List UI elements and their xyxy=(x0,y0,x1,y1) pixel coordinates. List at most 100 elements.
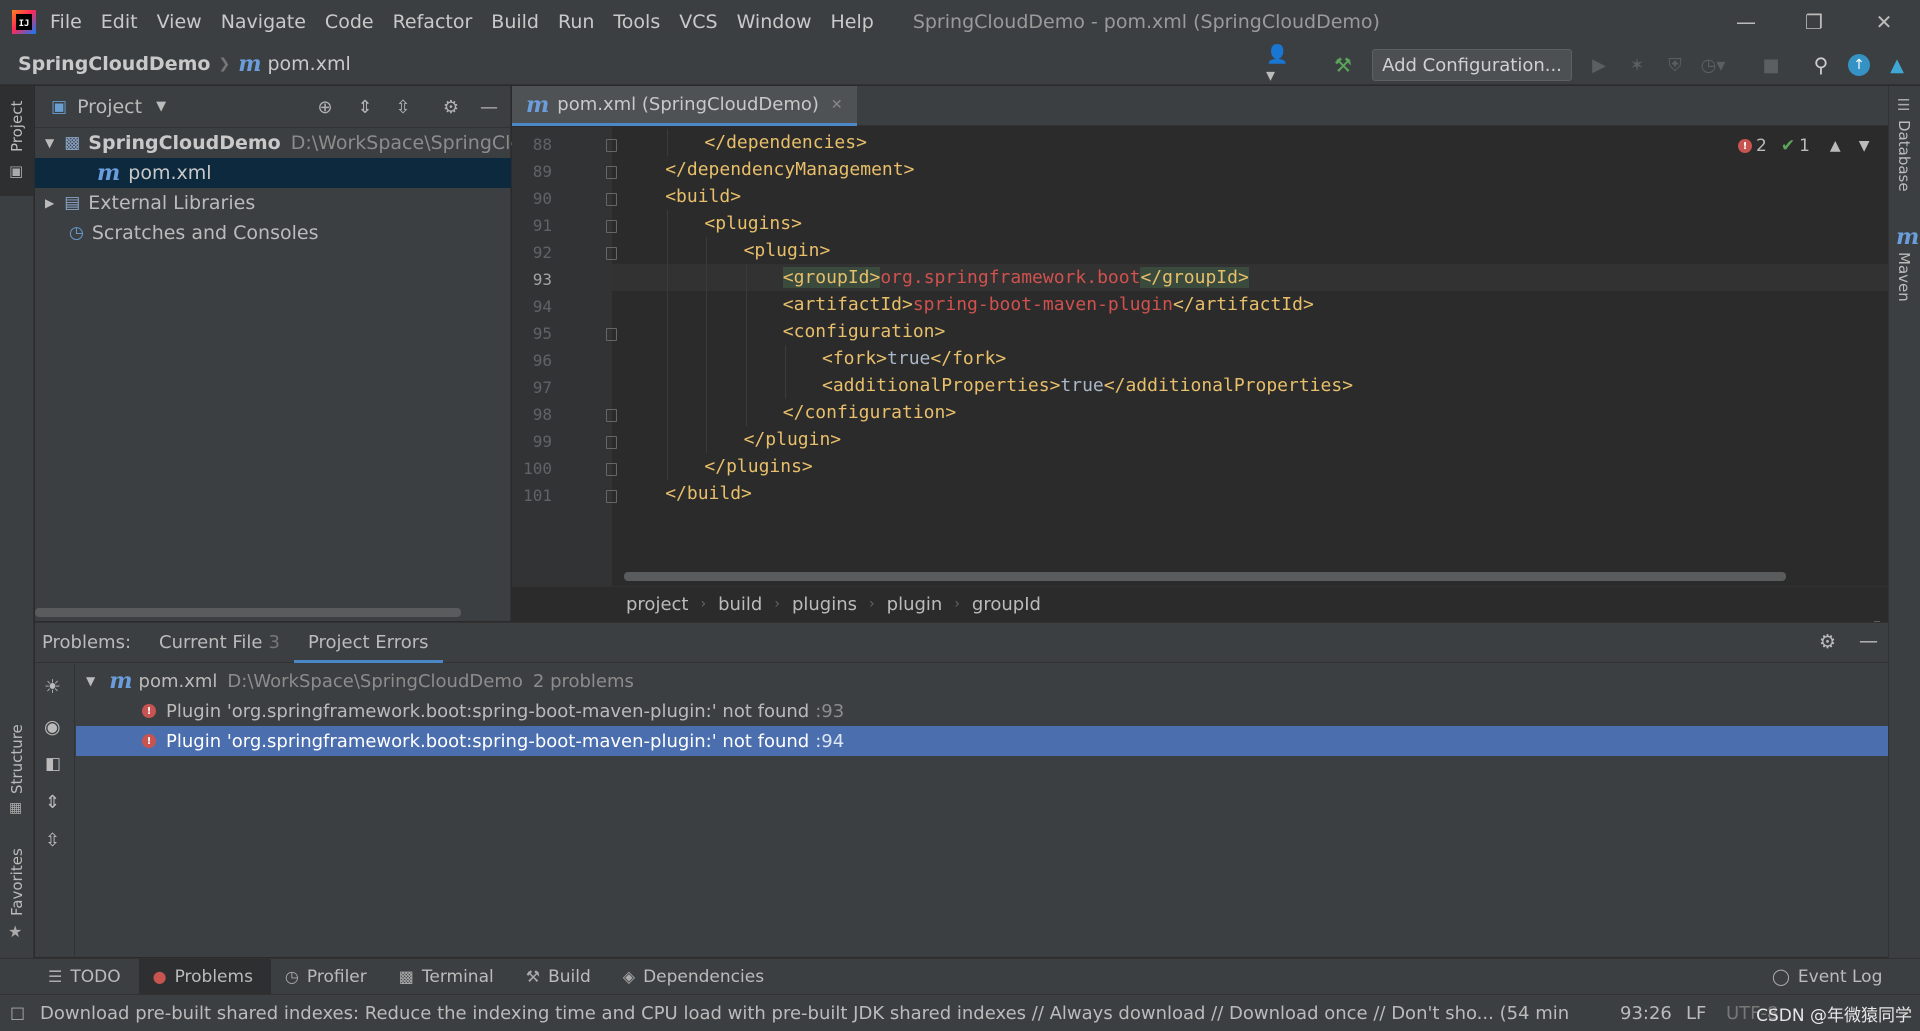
dependencies-icon: ◈ xyxy=(622,967,636,986)
tree-item-scratches[interactable]: ◷ Scratches and Consoles xyxy=(35,218,511,248)
code-line[interactable]: <configuration> xyxy=(783,318,946,345)
menu-build[interactable]: Build xyxy=(491,11,539,33)
nav-project[interactable]: SpringCloudDemo xyxy=(18,53,210,75)
menu-view[interactable]: View xyxy=(157,11,202,33)
tab-build[interactable]: ⚒ Build xyxy=(512,959,609,995)
menu-file[interactable]: File xyxy=(50,11,82,33)
project-view-selector[interactable]: Project xyxy=(77,96,142,118)
code-line[interactable]: <additionalProperties>true</additionalPr… xyxy=(822,372,1353,399)
menu-code[interactable]: Code xyxy=(325,11,374,33)
collapse-all-icon[interactable]: ⇳ xyxy=(391,95,415,119)
tab-todo[interactable]: ☰ TODO xyxy=(34,959,139,995)
user-icon[interactable]: 👤▾ xyxy=(1266,44,1292,86)
code-value: org.springframework.boot xyxy=(880,267,1141,288)
tab-current-file[interactable]: Current File 3 xyxy=(159,623,280,663)
code-line[interactable]: <artifactId>spring-boot-maven-plugin</ar… xyxy=(783,291,1314,318)
favorites-tool-label[interactable]: Favorites xyxy=(8,848,26,916)
breadcrumb-item[interactable]: build xyxy=(718,594,762,615)
code-with-me-icon[interactable]: ▲ xyxy=(1884,52,1910,78)
code-line[interactable]: <groupId>org.springframework.boot</group… xyxy=(782,264,1249,291)
tree-item-label: Scratches and Consoles xyxy=(91,222,319,244)
code-line[interactable]: </configuration> xyxy=(783,399,956,426)
stop-icon[interactable]: ■ xyxy=(1758,52,1784,78)
coverage-icon[interactable]: ⛨ xyxy=(1662,52,1688,78)
add-configuration-button[interactable]: Add Configuration... xyxy=(1372,49,1572,81)
breadcrumb-item[interactable]: project xyxy=(626,594,688,615)
menu-run[interactable]: Run xyxy=(558,11,594,33)
chevron-down-icon[interactable]: ▼ xyxy=(156,99,166,114)
indent-guide xyxy=(667,345,669,372)
tab-problems[interactable]: ● Problems xyxy=(138,958,271,995)
menu-tools[interactable]: Tools xyxy=(613,11,660,33)
chevron-right-icon[interactable]: ▶ xyxy=(45,196,54,210)
chevron-down-icon[interactable]: ▼ xyxy=(1859,138,1870,154)
tree-item-pom[interactable]: m pom.xml xyxy=(35,158,511,188)
maven-tool-label[interactable]: Maven xyxy=(1895,252,1913,302)
menu-edit[interactable]: Edit xyxy=(101,11,138,33)
tab-project-errors[interactable]: Project Errors xyxy=(294,623,443,663)
tab-dependencies[interactable]: ◈ Dependencies xyxy=(609,959,782,995)
problem-item[interactable]: ! Plugin 'org.springframework.boot:sprin… xyxy=(76,726,1888,756)
tree-item-external-libraries[interactable]: ▶ ▤ External Libraries xyxy=(35,188,511,218)
chevron-down-icon[interactable]: ▼ xyxy=(86,674,95,688)
debug-icon[interactable]: ✶ xyxy=(1624,52,1650,78)
breadcrumb-item[interactable]: groupId xyxy=(972,594,1041,615)
profile-icon[interactable]: ◷▾ xyxy=(1700,52,1726,78)
code-line[interactable]: <build> xyxy=(665,183,741,210)
menu-help[interactable]: Help xyxy=(830,11,873,33)
status-message[interactable]: Download pre-built shared indexes: Reduc… xyxy=(40,1003,1570,1024)
code-line[interactable]: </build> xyxy=(665,480,752,507)
eye-icon[interactable]: ◉ xyxy=(44,716,61,738)
toggle-tool-windows-icon[interactable]: □ xyxy=(10,1003,25,1022)
problem-file-node[interactable]: ▼ m pom.xml D:\WorkSpace\SpringCloudDemo… xyxy=(76,666,1888,696)
nav-file[interactable]: pom.xml xyxy=(267,53,350,75)
tab-profiler[interactable]: ◷ Profiler xyxy=(271,959,385,995)
tab-terminal[interactable]: ▩ Terminal xyxy=(385,959,512,995)
code-line[interactable]: <fork>true</fork> xyxy=(822,345,1006,372)
hide-panel-icon[interactable]: — xyxy=(1859,630,1878,652)
horizontal-scrollbar[interactable] xyxy=(35,608,461,617)
line-separator[interactable]: LF xyxy=(1686,995,1706,1031)
expand-all-icon[interactable]: ⇕ xyxy=(45,792,60,813)
code-line[interactable]: </plugins> xyxy=(704,453,812,480)
gear-icon[interactable]: ⚙ xyxy=(1819,631,1836,653)
update-icon[interactable]: ↑ xyxy=(1846,52,1872,78)
inspection-widget[interactable]: ! 2 ✔ 1 ▲ ▼ xyxy=(1738,136,1869,156)
editor-horizontal-scrollbar[interactable] xyxy=(624,572,1786,581)
tree-item-project-root[interactable]: ▼ ▩ SpringCloudDemo D:\WorkSpace\SpringC… xyxy=(35,128,546,158)
search-icon[interactable]: ⚲ xyxy=(1808,52,1834,78)
menu-navigate[interactable]: Navigate xyxy=(221,11,306,33)
project-tool-label[interactable]: Project xyxy=(8,101,26,152)
breadcrumb-item[interactable]: plugins xyxy=(792,594,857,615)
database-tool-label[interactable]: Database xyxy=(1895,120,1913,192)
code-line[interactable]: <plugin> xyxy=(744,237,831,264)
restore-icon[interactable]: ❐ xyxy=(1800,8,1828,36)
code-area[interactable]: </dependencies> </dependencyManagement> <b… xyxy=(512,86,1888,586)
preview-icon[interactable]: ◧ xyxy=(45,754,61,774)
locate-icon[interactable]: ⊕ xyxy=(313,95,337,119)
code-line[interactable]: </plugin> xyxy=(744,426,842,453)
build-hammer-icon[interactable]: ⚒ xyxy=(1330,52,1356,78)
caret-position[interactable]: 93:26 xyxy=(1620,995,1672,1031)
code-line[interactable]: </dependencyManagement> xyxy=(665,156,914,183)
hide-panel-icon[interactable]: — xyxy=(477,95,501,119)
menu-window[interactable]: Window xyxy=(737,11,812,33)
auto-scroll-icon[interactable]: ☀ xyxy=(44,676,61,698)
chevron-up-icon[interactable]: ▲ xyxy=(1830,138,1841,154)
run-icon[interactable]: ▶ xyxy=(1586,52,1612,78)
collapse-all-icon[interactable]: ⇳ xyxy=(45,830,60,851)
code-line[interactable]: <plugins> xyxy=(704,210,802,237)
menu-vcs[interactable]: VCS xyxy=(679,11,717,33)
close-icon[interactable]: ✕ xyxy=(1870,8,1898,36)
minimize-icon[interactable]: — xyxy=(1732,8,1760,36)
code-line[interactable]: </dependencies> xyxy=(704,129,867,156)
structure-tool-label[interactable]: Structure xyxy=(8,724,26,794)
menu-refactor[interactable]: Refactor xyxy=(393,11,473,33)
indent-guide xyxy=(745,318,747,345)
problem-item[interactable]: ! Plugin 'org.springframework.boot:sprin… xyxy=(76,696,1888,726)
tab-event-log[interactable]: ◯ Event Log xyxy=(1758,959,1900,995)
breadcrumb-item[interactable]: plugin xyxy=(887,594,943,615)
chevron-down-icon[interactable]: ▼ xyxy=(45,136,54,150)
expand-all-icon[interactable]: ⇕ xyxy=(353,95,377,119)
gear-icon[interactable]: ⚙ xyxy=(439,95,463,119)
